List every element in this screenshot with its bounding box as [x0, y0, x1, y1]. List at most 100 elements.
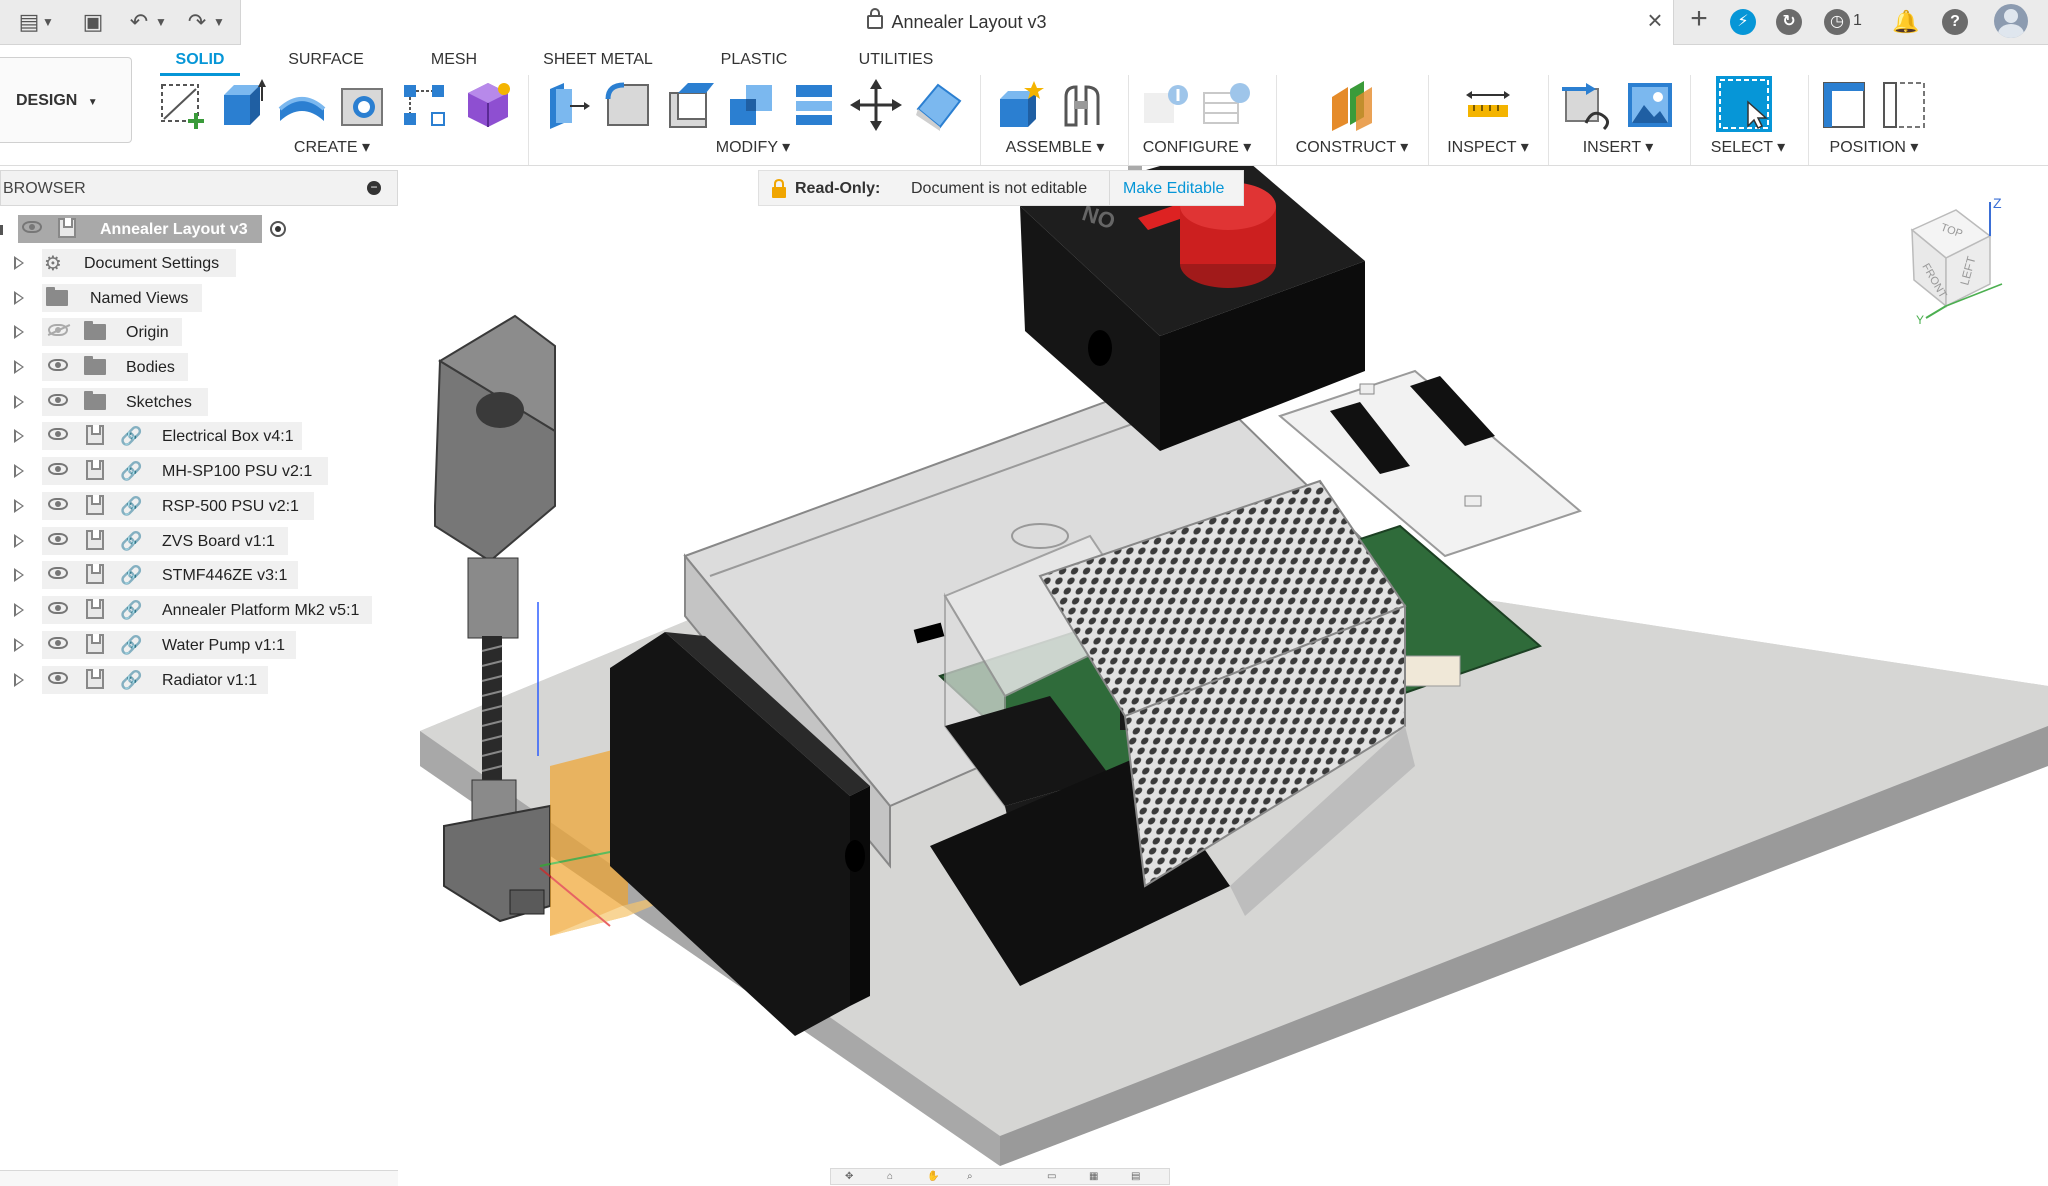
- hole-icon[interactable]: [336, 79, 388, 131]
- visibility-eye-icon[interactable]: [48, 428, 68, 440]
- job-status-icon[interactable]: ◷: [1824, 9, 1850, 35]
- visibility-eye-icon[interactable]: [48, 359, 68, 371]
- grid-settings-icon[interactable]: ▦: [1089, 1171, 1098, 1182]
- assemble-menu[interactable]: ASSEMBLE ▾: [1000, 137, 1110, 157]
- help-icon[interactable]: ?: [1942, 9, 1968, 35]
- browser-item-stmf446ze[interactable]: 🔗 STMF446ZE v3:1: [0, 559, 398, 592]
- viewports-icon[interactable]: ▤: [1131, 1171, 1140, 1182]
- tab-utilities[interactable]: UTILITIES: [846, 45, 946, 75]
- visibility-eye-icon[interactable]: [48, 533, 68, 545]
- insert-menu[interactable]: INSERT ▾: [1566, 137, 1670, 157]
- create-menu[interactable]: CREATE ▾: [286, 137, 378, 157]
- expand-arrow-icon[interactable]: [14, 291, 24, 305]
- browser-item-zvs-board[interactable]: 🔗 ZVS Board v1:1: [0, 525, 398, 558]
- expand-arrow-icon[interactable]: [14, 464, 24, 478]
- move-copy-icon[interactable]: [850, 79, 902, 131]
- press-pull-icon[interactable]: [540, 79, 592, 131]
- expand-arrow-icon[interactable]: [14, 568, 24, 582]
- tab-surface[interactable]: SURFACE: [276, 45, 376, 75]
- position-menu[interactable]: POSITION ▾: [1818, 137, 1930, 157]
- notifications-bell-icon[interactable]: 🔔: [1892, 8, 1920, 36]
- browser-item-document-settings[interactable]: ⚙ Document Settings: [0, 247, 398, 280]
- collapse-browser-button[interactable]: −: [367, 181, 381, 195]
- undo-dropdown-icon[interactable]: ▼: [154, 8, 168, 36]
- zoom-icon[interactable]: ⌕: [967, 1171, 973, 1182]
- joint-icon[interactable]: [1056, 79, 1108, 131]
- extrude-icon[interactable]: [216, 79, 268, 131]
- browser-item-rsp-500-psu[interactable]: 🔗 RSP-500 PSU v2:1: [0, 490, 398, 523]
- browser-item-electrical-box[interactable]: 🔗 Electrical Box v4:1: [0, 420, 398, 453]
- visibility-eye-icon[interactable]: [48, 602, 68, 614]
- tab-sheet-metal[interactable]: SHEET METAL: [530, 45, 666, 75]
- inspect-menu[interactable]: INSPECT ▾: [1436, 137, 1540, 157]
- chevron-down-icon[interactable]: ▼: [40, 8, 56, 36]
- browser-item-named-views[interactable]: Named Views: [0, 282, 398, 315]
- visibility-eye-icon[interactable]: [22, 221, 42, 233]
- tab-mesh[interactable]: MESH: [414, 45, 494, 75]
- configure-rules-icon[interactable]: [1200, 79, 1252, 131]
- expand-arrow-icon[interactable]: [14, 429, 24, 443]
- form-icon[interactable]: [462, 79, 514, 131]
- physical-material-icon[interactable]: [912, 79, 964, 131]
- browser-item-water-pump[interactable]: 🔗 Water Pump v1:1: [0, 629, 398, 662]
- tab-solid[interactable]: SOLID: [160, 45, 240, 75]
- measure-icon[interactable]: [1462, 79, 1514, 131]
- redo-dropdown-icon[interactable]: ▼: [212, 8, 226, 36]
- browser-header[interactable]: BROWSER −: [0, 170, 398, 206]
- browser-item-origin[interactable]: Origin: [0, 316, 398, 349]
- construct-menu[interactable]: CONSTRUCT ▾: [1290, 137, 1414, 157]
- select-menu[interactable]: SELECT ▾: [1696, 137, 1800, 157]
- sync-icon[interactable]: ↻: [1776, 9, 1802, 35]
- revert-position-icon[interactable]: [1878, 79, 1930, 131]
- capture-position-icon[interactable]: [1820, 79, 1872, 131]
- tab-plastic[interactable]: PLASTIC: [706, 45, 802, 75]
- orbit-icon[interactable]: ✥: [845, 1171, 853, 1182]
- configure-menu[interactable]: CONFIGURE ▾: [1138, 137, 1256, 157]
- new-component-icon[interactable]: [994, 79, 1046, 131]
- browser-item-bodies[interactable]: Bodies: [0, 351, 398, 384]
- visibility-eye-icon[interactable]: [48, 567, 68, 579]
- offset-plane-icon[interactable]: [1326, 79, 1378, 131]
- select-icon[interactable]: [1716, 76, 1772, 132]
- browser-root-item[interactable]: Annealer Layout v3: [0, 213, 398, 246]
- split-body-icon[interactable]: [788, 79, 840, 131]
- visibility-eye-icon[interactable]: [48, 498, 68, 510]
- insert-derive-icon[interactable]: [1562, 79, 1614, 131]
- visibility-eye-icon[interactable]: [48, 394, 68, 406]
- combine-icon[interactable]: [726, 79, 778, 131]
- visibility-eye-icon[interactable]: [48, 672, 68, 684]
- navigation-bar[interactable]: ✥ ⌂ ✋ ⌕ ▭ ▦ ▤: [830, 1168, 1170, 1185]
- close-tab-icon[interactable]: ×: [1643, 6, 1667, 34]
- new-tab-button[interactable]: +: [1682, 4, 1716, 34]
- workspace-switcher[interactable]: DESIGN ▼: [0, 57, 132, 143]
- make-editable-button[interactable]: Make Editable: [1123, 180, 1224, 198]
- pan-icon[interactable]: ✋: [927, 1171, 939, 1182]
- redo-icon[interactable]: ↷: [184, 8, 210, 36]
- fillet-icon[interactable]: [602, 79, 654, 131]
- viewcube[interactable]: TOP FRONT LEFT Z Y: [1890, 196, 2010, 326]
- modify-menu[interactable]: MODIFY ▾: [706, 137, 800, 157]
- expand-arrow-icon[interactable]: [14, 603, 24, 617]
- extensions-icon[interactable]: ⚡: [1730, 9, 1756, 35]
- activate-radio-icon[interactable]: [270, 221, 286, 237]
- browser-item-mh-sp100-psu[interactable]: 🔗 MH-SP100 PSU v2:1: [0, 455, 398, 488]
- browser-item-sketches[interactable]: Sketches: [0, 386, 398, 419]
- expand-arrow-icon[interactable]: [14, 638, 24, 652]
- expand-arrow-icon[interactable]: [14, 256, 24, 270]
- document-tab[interactable]: Annealer Layout v3 ×: [240, 0, 1674, 45]
- insert-canvas-icon[interactable]: [1624, 79, 1676, 131]
- comments-panel-strip[interactable]: [0, 1170, 398, 1186]
- expand-arrow-icon[interactable]: [14, 360, 24, 374]
- shell-icon[interactable]: [664, 79, 716, 131]
- pattern-icon[interactable]: [398, 79, 450, 131]
- visibility-eye-icon[interactable]: [48, 463, 68, 475]
- display-settings-icon[interactable]: ▭: [1047, 1171, 1056, 1182]
- visibility-eye-icon[interactable]: [48, 637, 68, 649]
- undo-icon[interactable]: ↶: [126, 8, 152, 36]
- revolve-icon[interactable]: [276, 79, 328, 131]
- 3d-viewport[interactable]: ON: [400, 166, 2048, 1185]
- expand-arrow-icon[interactable]: [14, 395, 24, 409]
- user-avatar[interactable]: [1994, 4, 2028, 38]
- save-icon[interactable]: ▣: [80, 8, 106, 36]
- look-at-icon[interactable]: ⌂: [887, 1171, 893, 1182]
